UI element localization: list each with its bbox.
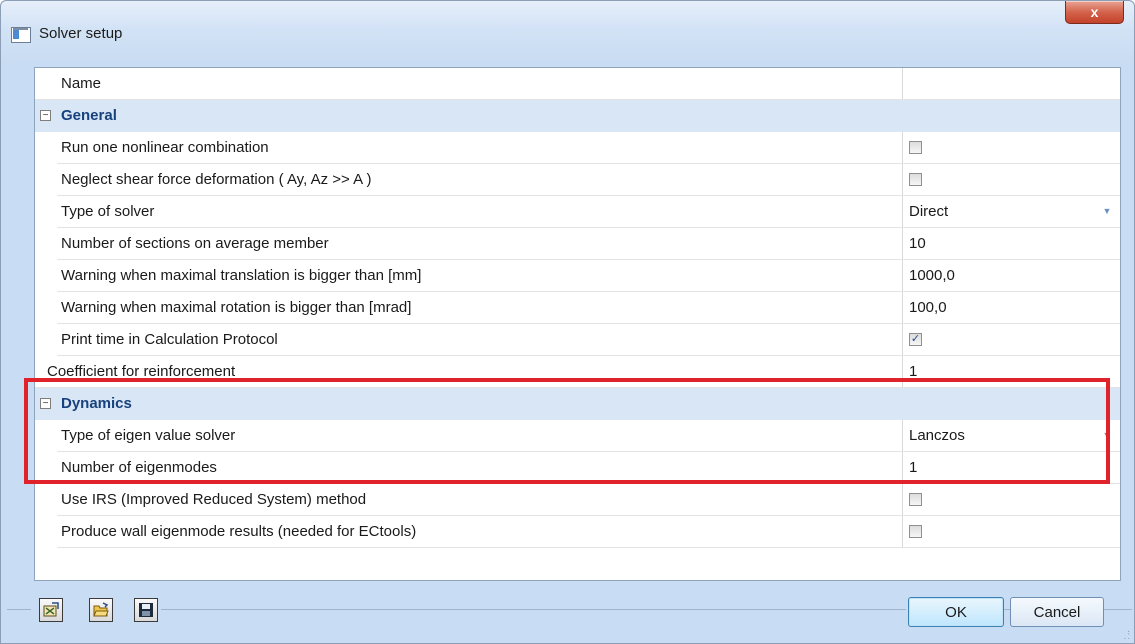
run-nonlinear-checkbox[interactable] (909, 141, 922, 154)
footer-divider (1104, 609, 1132, 610)
row-use-irs[interactable]: Use IRS (Improved Reduced System) method (35, 484, 1120, 516)
section-general[interactable]: − General (35, 100, 1120, 132)
ok-button[interactable]: OK (908, 597, 1004, 627)
close-button[interactable]: x (1065, 1, 1124, 24)
row-neglect-shear[interactable]: Neglect shear force deformation ( Ay, Az… (35, 164, 1120, 196)
row-max-translation[interactable]: Warning when maximal translation is bigg… (35, 260, 1120, 292)
name-column-header: Name (35, 68, 903, 100)
row-max-rotation[interactable]: Warning when maximal rotation is bigger … (35, 292, 1120, 324)
row-type-of-solver[interactable]: Type of solver Direct ▼ (35, 196, 1120, 228)
print-time-checkbox[interactable]: ✓ (909, 333, 922, 346)
title-bar[interactable]: Solver setup x (1, 1, 1134, 61)
row-wall-eigenmode[interactable]: Produce wall eigenmode results (needed f… (35, 516, 1120, 548)
property-label: Produce wall eigenmode results (needed f… (57, 516, 903, 548)
eigen-solver-value: Lanczos (909, 427, 965, 444)
collapse-icon[interactable]: − (40, 398, 51, 409)
coefficient-field[interactable]: 1 (903, 356, 1120, 388)
wall-eigenmode-checkbox[interactable] (909, 525, 922, 538)
property-label: Print time in Calculation Protocol (57, 324, 903, 356)
footer-divider (161, 609, 906, 610)
open-folder-icon (93, 602, 109, 617)
property-label: Type of solver (57, 196, 903, 228)
row-number-of-sections[interactable]: Number of sections on average member 10 (35, 228, 1120, 260)
window-title: Solver setup (39, 25, 123, 42)
row-number-of-eigenmodes[interactable]: Number of eigenmodes 1 (35, 452, 1120, 484)
open-button[interactable] (89, 598, 113, 622)
save-icon (139, 603, 153, 617)
chevron-down-icon[interactable]: ▼ (1098, 202, 1116, 220)
property-label: Neglect shear force deformation ( Ay, Az… (57, 164, 903, 196)
resize-grip-icon[interactable]: ..: (1117, 625, 1131, 642)
max-rotation-field[interactable]: 100,0 (903, 292, 1120, 324)
max-translation-field[interactable]: 1000,0 (903, 260, 1120, 292)
footer-divider (7, 609, 31, 610)
section-dynamics[interactable]: − Dynamics (35, 388, 1120, 420)
export-icon (43, 602, 59, 617)
solver-type-value: Direct (909, 203, 949, 220)
property-label: Type of eigen value solver (57, 420, 903, 452)
property-label: Warning when maximal translation is bigg… (57, 260, 903, 292)
property-grid: Name − General Run one nonlinear combina… (34, 67, 1121, 581)
section-general-title: General (57, 100, 903, 132)
eigenmodes-field[interactable]: 1 (903, 452, 1120, 484)
use-irs-checkbox[interactable] (909, 493, 922, 506)
row-coefficient-reinforcement[interactable]: Coefficient for reinforcement 1 (35, 356, 1120, 388)
property-label: Warning when maximal rotation is bigger … (57, 292, 903, 324)
property-label: Use IRS (Improved Reduced System) method (57, 484, 903, 516)
property-label: Number of eigenmodes (57, 452, 903, 484)
collapse-icon[interactable]: − (40, 110, 51, 121)
close-icon: x (1090, 4, 1099, 20)
eigen-solver-dropdown[interactable]: Lanczos ▼ (903, 420, 1120, 452)
property-label: Number of sections on average member (57, 228, 903, 260)
solver-type-dropdown[interactable]: Direct ▼ (903, 196, 1120, 228)
row-eigen-solver[interactable]: Type of eigen value solver Lanczos ▼ (35, 420, 1120, 452)
save-button[interactable] (134, 598, 158, 622)
section-dynamics-title: Dynamics (57, 388, 903, 420)
export-button[interactable] (39, 598, 63, 622)
solver-setup-window: Solver setup x Name − General Run one no… (0, 0, 1135, 644)
cancel-button[interactable]: Cancel (1010, 597, 1104, 627)
value-column-header (903, 68, 1120, 100)
property-label: Run one nonlinear combination (57, 132, 903, 164)
chevron-down-icon[interactable]: ▼ (1098, 426, 1116, 444)
grid-empty-area (35, 548, 1120, 580)
row-print-time[interactable]: Print time in Calculation Protocol ✓ (35, 324, 1120, 356)
sections-count-field[interactable]: 10 (903, 228, 1120, 260)
neglect-shear-checkbox[interactable] (909, 173, 922, 186)
app-window-icon (11, 27, 31, 43)
property-label: Coefficient for reinforcement (35, 356, 903, 388)
row-run-one-nonlinear[interactable]: Run one nonlinear combination (35, 132, 1120, 164)
grid-header-row: Name (35, 68, 1120, 100)
